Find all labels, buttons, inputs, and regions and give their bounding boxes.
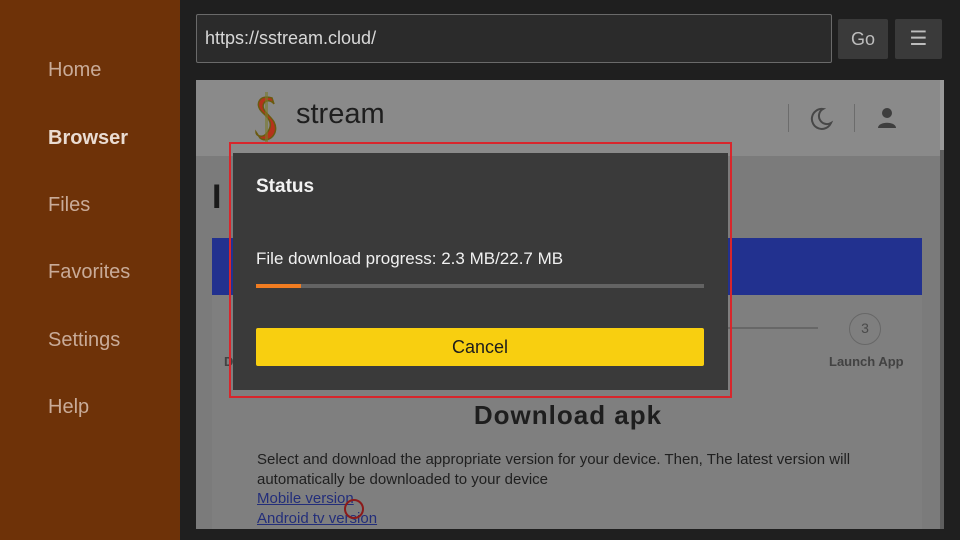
sidebar: Home Browser Files Favorites Settings He… (0, 0, 180, 540)
status-dialog: Status File download progress: 2.3 MB/22… (233, 153, 728, 390)
download-progress-fill (256, 284, 302, 288)
cancel-button[interactable]: Cancel (256, 328, 704, 366)
sidebar-item-help[interactable]: Help (48, 396, 89, 419)
download-heading: Download apk (473, 400, 663, 430)
step-3-label: Launch App (829, 354, 904, 369)
site-logo-icon[interactable] (252, 92, 280, 144)
step-connector (726, 327, 818, 329)
cursor-ring-icon (344, 499, 364, 519)
header-divider (854, 104, 855, 132)
download-description: Select and download the appropriate vers… (257, 451, 851, 488)
sidebar-item-browser[interactable]: Browser (48, 127, 128, 150)
browser-toolbar: https://sstream.cloud/ Go ☰ (180, 0, 960, 80)
moon-icon[interactable] (808, 106, 834, 132)
header-divider (788, 104, 789, 132)
sidebar-item-files[interactable]: Files (48, 194, 90, 217)
dialog-title: Status (256, 176, 315, 197)
hamburger-menu-icon[interactable]: ☰ (895, 19, 942, 59)
sidebar-item-settings[interactable]: Settings (48, 329, 120, 352)
scrollbar-thumb[interactable] (940, 80, 944, 150)
sidebar-item-favorites[interactable]: Favorites (48, 261, 130, 284)
download-progress-bar (256, 284, 704, 288)
page-heading: I (212, 178, 222, 216)
user-icon[interactable] (876, 107, 898, 129)
site-name[interactable]: stream (296, 98, 385, 131)
download-progress-text: File download progress: 2.3 MB/22.7 MB (256, 249, 564, 268)
go-button[interactable]: Go (838, 19, 888, 59)
url-input[interactable]: https://sstream.cloud/ (196, 14, 832, 63)
step-3-circle: 3 (849, 313, 881, 345)
mobile-version-link[interactable]: Mobile version (257, 490, 354, 507)
sidebar-item-home[interactable]: Home (48, 59, 101, 82)
